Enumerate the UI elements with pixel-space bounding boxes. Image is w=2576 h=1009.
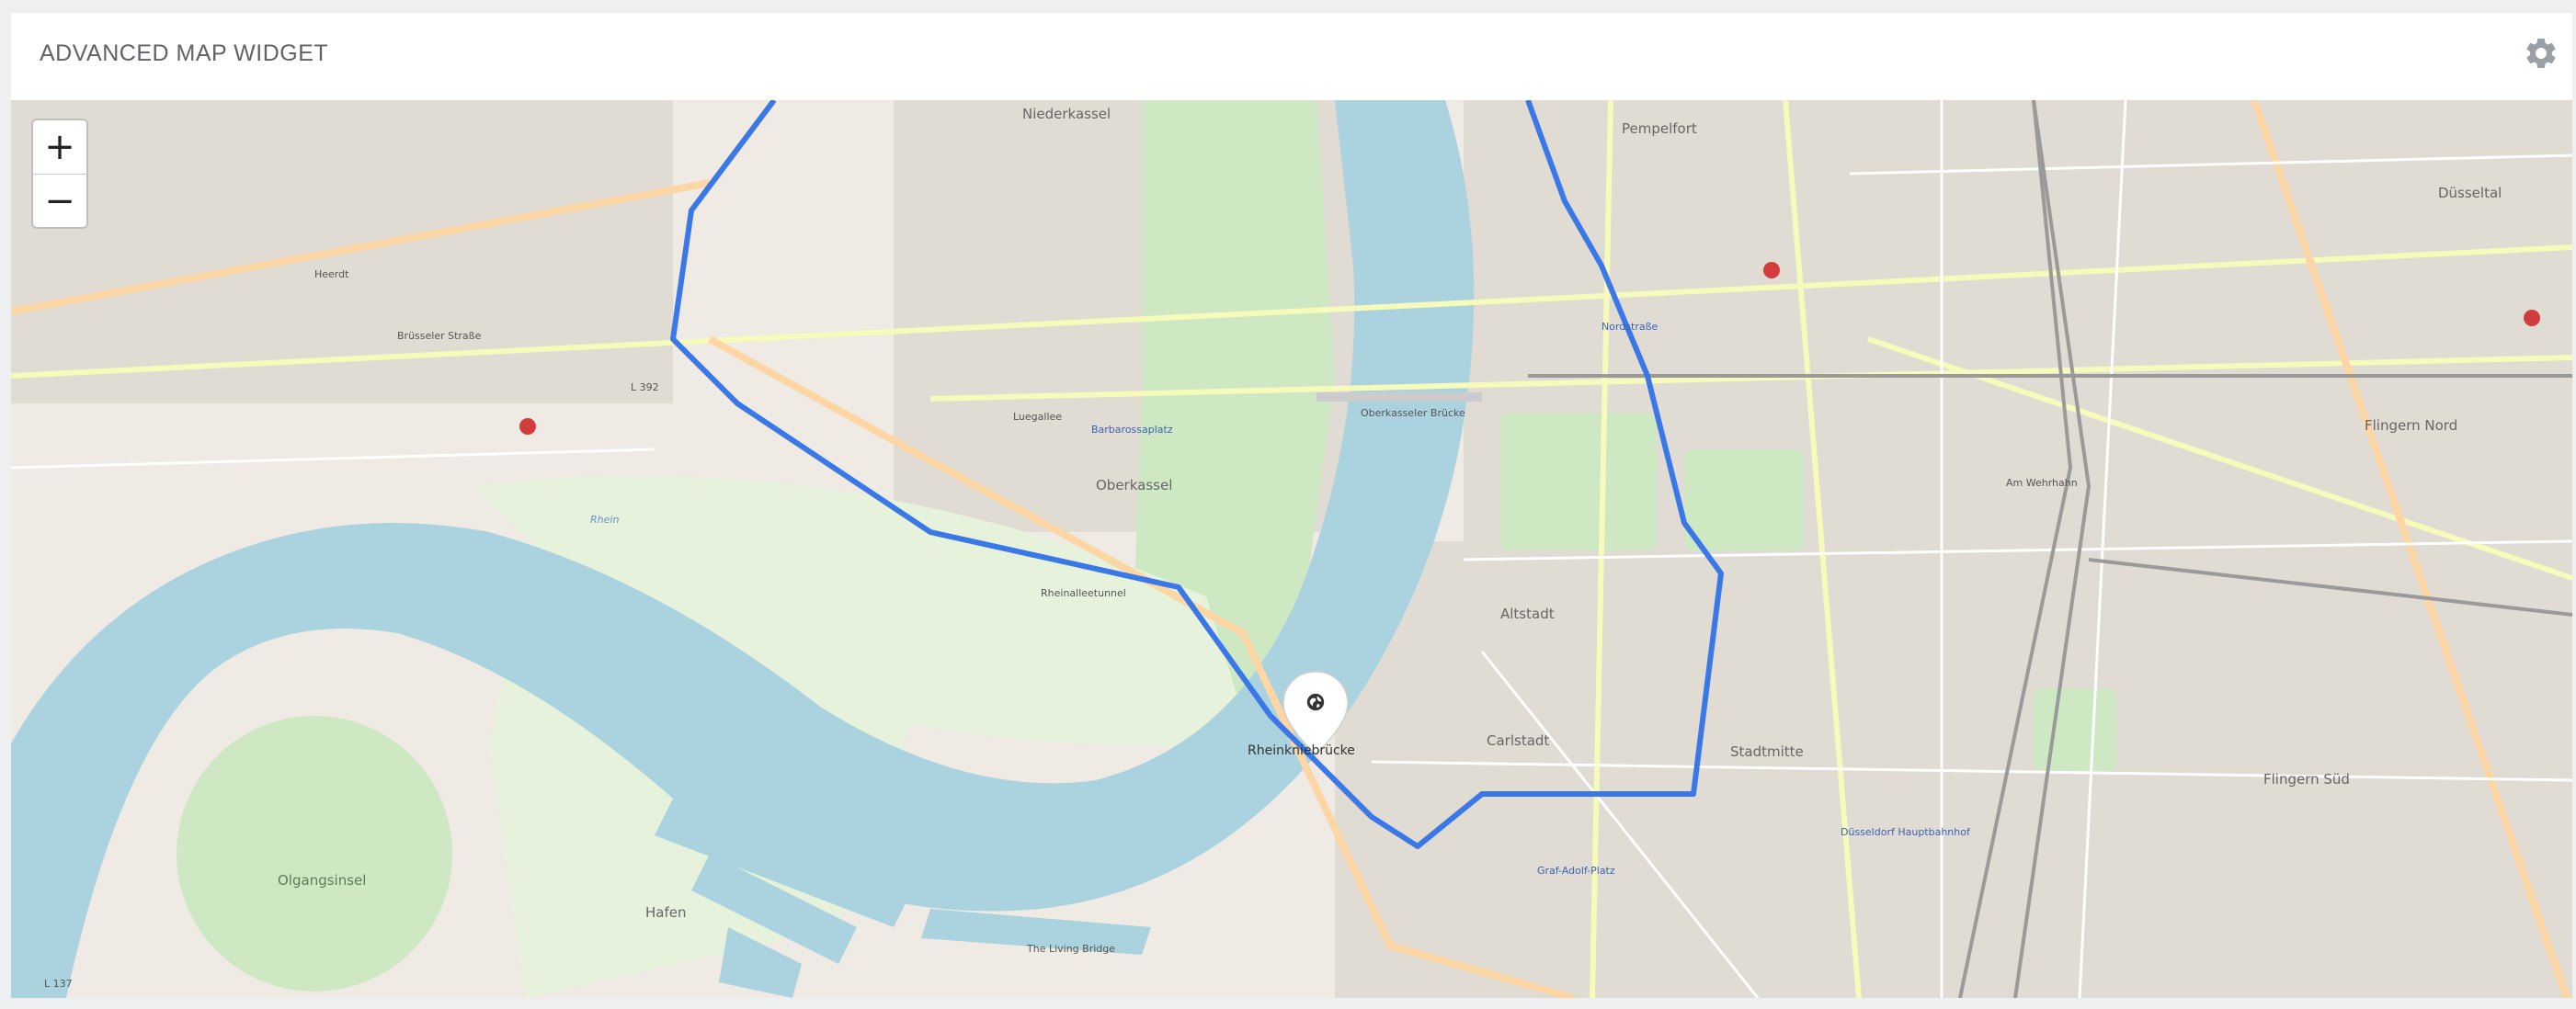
map-label-flingern-sud: Flingern Süd — [2263, 771, 2350, 788]
map-label-pempelfort: Pempelfort — [1622, 120, 1697, 137]
map-label-brusseler-strasse: Brüsseler Straße — [397, 330, 482, 342]
marker-label: Rheinkniebrücke — [1248, 743, 1355, 758]
map-label-oberkasseler-brucke: Oberkasseler Brücke — [1361, 407, 1465, 419]
map-label-oberkassel: Oberkassel — [1096, 477, 1173, 493]
map-label-heerdt: Heerdt — [314, 268, 349, 280]
map-label-flingern-nord: Flingern Nord — [2365, 417, 2458, 434]
map-label-rheinalleetunnel: Rheinalleetunnel — [1041, 587, 1126, 599]
map-label-l137: L 137 — [44, 978, 73, 990]
map-label-luegallee: Luegallee — [1013, 411, 1063, 423]
gear-icon[interactable] — [2523, 35, 2559, 72]
map-label-olgangsinsel: Olgangsinsel — [278, 872, 367, 889]
map-label-altstadt: Altstadt — [1500, 606, 1555, 622]
map-label-am-wehrhahn: Am Wehrhahn — [2006, 477, 2078, 489]
map-label-nordstrasse: Nordstraße — [1601, 321, 1658, 333]
map-widget: ADVANCED MAP WIDGET + − Niederkassel Pem… — [11, 13, 2572, 998]
map-label-l392: L 392 — [631, 381, 659, 393]
map-label-dusseldorf-hbf: Düsseldorf Hauptbahnhof — [1841, 826, 1970, 838]
map-label-hafen: Hafen — [645, 904, 687, 921]
zoom-out-button[interactable]: − — [33, 175, 86, 227]
map-label-graf-adolf-platz: Graf-Adolf-Platz — [1537, 865, 1615, 877]
widget-title: ADVANCED MAP WIDGET — [40, 40, 329, 66]
map-label-dusseltal: Düsseltal — [2438, 185, 2502, 201]
globe-icon — [1305, 692, 1326, 712]
map-tiles — [11, 100, 2572, 998]
map-label-stadtmitte: Stadtmitte — [1730, 743, 1804, 760]
map-label-niederkassel: Niederkassel — [1022, 106, 1111, 122]
map-canvas[interactable]: + − Niederkassel Pempelfort Düsseltal He… — [11, 100, 2572, 998]
map-label-carlstadt: Carlstadt — [1487, 732, 1550, 749]
widget-header: ADVANCED MAP WIDGET — [11, 13, 2572, 100]
map-label-rhein: Rhein — [590, 514, 620, 526]
zoom-in-button[interactable]: + — [33, 120, 86, 175]
map-label-the-living-bridge: The Living Bridge — [1027, 943, 1116, 955]
zoom-control: + − — [31, 119, 88, 229]
map-label-barbarossaplatz: Barbarossaplatz — [1091, 424, 1173, 436]
